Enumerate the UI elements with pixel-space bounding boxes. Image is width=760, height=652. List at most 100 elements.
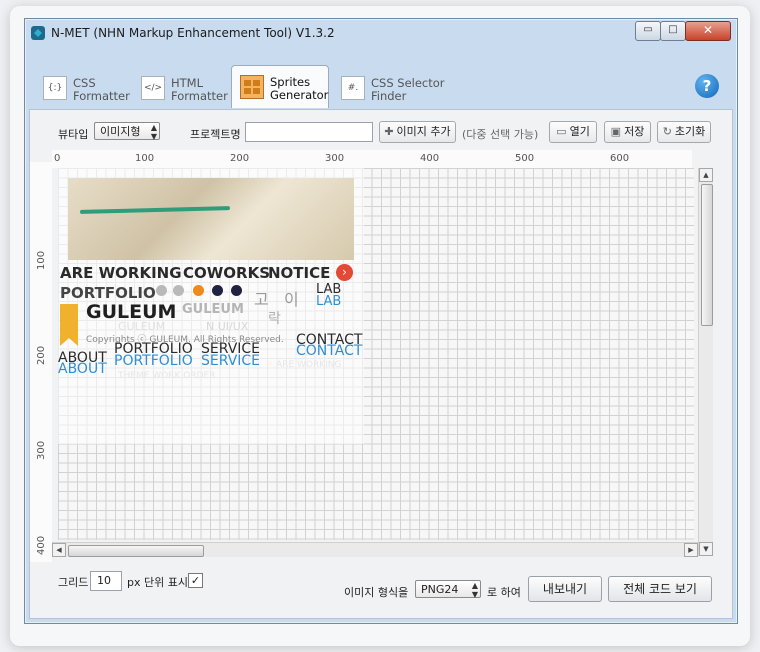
add-image-button[interactable]: ✚ 이미지 추가 (379, 121, 456, 143)
spinner-arrows-icon: ▲ ▼ (471, 581, 478, 599)
sprite-text: ARE WORKING (60, 264, 182, 282)
sprite-text: GULEUM (182, 302, 244, 317)
selector-hash-icon: #. (341, 76, 365, 100)
sprite-text: SERVICE (201, 353, 261, 369)
scroll-right-icon[interactable]: ▶ (684, 543, 698, 557)
tab-bar: {:} CSS Formatter </> HTML Formatter Spr… (29, 65, 731, 109)
sprites-panel: 뷰타입 이미지형 ▲ ▼ 프로젝트명 ✚ 이미지 추가 (다중 선택 가능) ▭ 열기… (29, 109, 733, 619)
app-logo-icon (31, 26, 45, 40)
viewtype-label: 뷰타입 (58, 128, 89, 141)
pager-dot (212, 285, 223, 296)
tab-label-line2: Finder (371, 89, 407, 103)
sprite-text: NOTICE (268, 264, 331, 282)
view-full-code-button[interactable]: 전체 코드 보기 (608, 576, 712, 602)
open-label: 열기 (569, 125, 590, 138)
project-name-label: 프로젝트명 (190, 128, 241, 141)
format-suffix-label: 로 하여 (487, 586, 521, 599)
sprite-text: LAB (316, 294, 342, 309)
sprite-text: COWORKS (183, 264, 271, 282)
app-window: N-MET (NHN Markup Enhancement Tool) V1.3… (24, 18, 738, 624)
horizontal-scrollbar[interactable]: ◀ ▶ (52, 542, 698, 557)
ruler-label: 200 (36, 345, 47, 365)
image-format-select[interactable]: PNG24 ▲ ▼ (415, 580, 481, 599)
tab-html-formatter[interactable]: </> HTML Formatter (133, 67, 229, 107)
vertical-scroll-thumb[interactable] (701, 184, 713, 326)
pager-dot (231, 285, 242, 296)
minimize-button[interactable]: ▭ (635, 21, 661, 41)
spinner-arrows-icon: ▲ ▼ (150, 123, 157, 141)
tab-label-line1: Sprites (270, 75, 311, 89)
window-title: N-MET (NHN Markup Enhancement Tool) V1.3… (51, 26, 335, 40)
tab-css-formatter[interactable]: {:} CSS Formatter (35, 67, 131, 107)
tab-label-line2: Generator (270, 88, 329, 102)
image-format-value: PNG24 (421, 583, 459, 596)
tab-label-line1: HTML (171, 76, 204, 90)
export-button[interactable]: 내보내기 (528, 576, 602, 602)
sprite-text: 이 (284, 290, 299, 309)
css-braces-icon: {:} (43, 76, 67, 100)
title-bar[interactable]: N-MET (NHN Markup Enhancement Tool) V1.3… (25, 19, 737, 47)
ruler-label: 400 (420, 153, 440, 164)
sprite-text: CONTACT (296, 343, 363, 359)
sprite-text: 고 (254, 290, 269, 309)
ruler-label: 500 (515, 153, 535, 164)
sprite-image[interactable]: ARE WORKING COWORKS NOTICE › PORTFOLIO 고… (58, 168, 364, 444)
grid-unit-label: px 단위 표시 (127, 576, 188, 589)
sprite-text: PORTFOLIO (114, 353, 193, 369)
save-button[interactable]: ▣ 저장 (604, 121, 651, 143)
sprite-text: PORTFOLIO (60, 284, 156, 302)
html-tag-icon: </> (141, 76, 165, 100)
open-button[interactable]: ▭ 열기 (549, 121, 597, 143)
horizontal-scroll-thumb[interactable] (68, 545, 204, 557)
ruler-label: 300 (36, 440, 47, 460)
refresh-icon: ↻ (662, 125, 672, 138)
ruler-label: 100 (135, 153, 155, 164)
ruler-label: 100 (36, 250, 47, 270)
ruler-vertical: 100 200 300 400 (30, 162, 52, 562)
ruler-label: 600 (610, 153, 630, 164)
viewtype-select[interactable]: 이미지형 ▲ ▼ (94, 122, 160, 141)
tab-sprites-generator[interactable]: Sprites Generator (231, 65, 329, 108)
tab-label-line1: CSS Selector (371, 76, 445, 90)
viewtype-value: 이미지형 (100, 125, 141, 138)
maximize-button[interactable]: □ (660, 21, 686, 41)
close-button[interactable]: ✕ (685, 21, 731, 41)
project-name-input[interactable] (245, 122, 373, 142)
ribbon-logo-icon (60, 304, 78, 346)
ruler-horizontal: 0 100 200 300 400 500 600 (52, 150, 692, 168)
folder-icon: ▭ (556, 125, 567, 138)
pager-dot-active (193, 285, 204, 296)
close-circle-icon: › (336, 264, 353, 281)
multi-select-hint: (다중 선택 가능) (462, 128, 539, 141)
brush-stroke (79, 206, 231, 214)
image-format-label: 이미지 형식을 (344, 586, 409, 599)
sprite-canvas[interactable]: ARE WORKING COWORKS NOTICE › PORTFOLIO 고… (58, 168, 694, 540)
reset-button[interactable]: ↻ 초기화 (657, 121, 711, 143)
tab-label-line2: Formatter (73, 89, 130, 103)
ruler-label: 200 (230, 153, 250, 164)
tab-label-line1: CSS (73, 76, 96, 90)
sprite-text: ARE WORKING (276, 360, 342, 370)
tab-css-selector-finder[interactable]: #. CSS Selector Finder (333, 67, 449, 107)
sprites-grid-icon (240, 75, 264, 99)
grid-size-input[interactable]: 10 (90, 571, 122, 591)
paper-texture-image (68, 178, 354, 260)
sprites-toolbar: 뷰타입 이미지형 ▲ ▼ 프로젝트명 ✚ 이미지 추가 (다중 선택 가능) ▭ 열기… (30, 110, 732, 150)
scroll-down-icon[interactable]: ▼ (699, 542, 713, 556)
reset-label: 초기화 (674, 125, 706, 138)
sprite-text: ABOUT (58, 361, 107, 377)
add-image-label: 이미지 추가 (396, 125, 451, 138)
pager-dot (173, 285, 184, 296)
vertical-scrollbar[interactable]: ▲ ▼ (698, 168, 713, 556)
ruler-label: 300 (325, 153, 345, 164)
grid-label: 그리드 (58, 576, 89, 589)
grid-show-checkbox[interactable]: ✓ (188, 573, 203, 588)
scroll-left-icon[interactable]: ◀ (52, 543, 66, 557)
save-label: 저장 (624, 125, 645, 138)
help-icon[interactable]: ? (695, 74, 719, 98)
pager-dot (156, 285, 167, 296)
plus-icon: ✚ (384, 125, 394, 138)
disk-icon: ▣ (610, 125, 622, 138)
scroll-up-icon[interactable]: ▲ (699, 168, 713, 182)
bottom-bar: 그리드 10 px 단위 표시 ✓ 이미지 형식을 PNG24 ▲ ▼ 로 하여 … (30, 566, 732, 616)
